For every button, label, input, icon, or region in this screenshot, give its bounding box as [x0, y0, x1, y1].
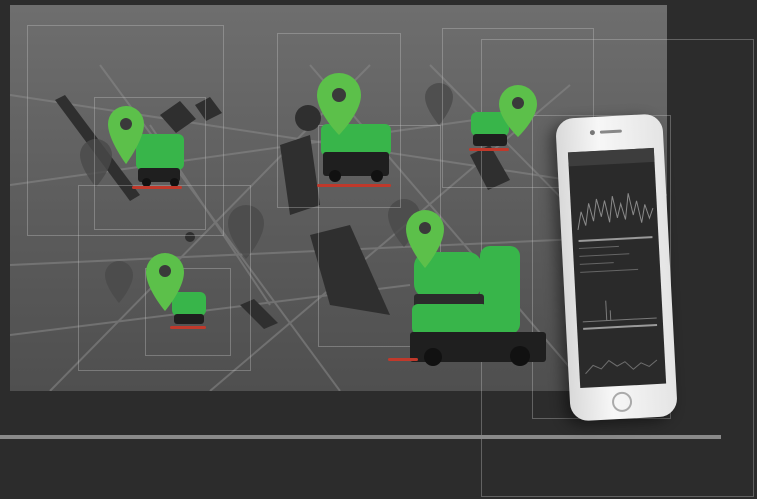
speaker-grille — [599, 129, 622, 134]
fleet-dashboard-screen[interactable] — [567, 147, 667, 389]
location-pin-icon[interactable] — [315, 71, 363, 137]
location-pin-icon[interactable] — [144, 251, 186, 313]
location-pin-icon[interactable] — [106, 104, 146, 166]
dashboard-charts — [577, 193, 658, 375]
home-button[interactable] — [611, 391, 633, 413]
divider-bar — [0, 435, 721, 439]
location-pin-icon[interactable] — [497, 83, 539, 139]
camera-icon — [589, 129, 596, 136]
location-pin-icon[interactable] — [404, 208, 446, 270]
smartphone-icon — [555, 113, 678, 422]
